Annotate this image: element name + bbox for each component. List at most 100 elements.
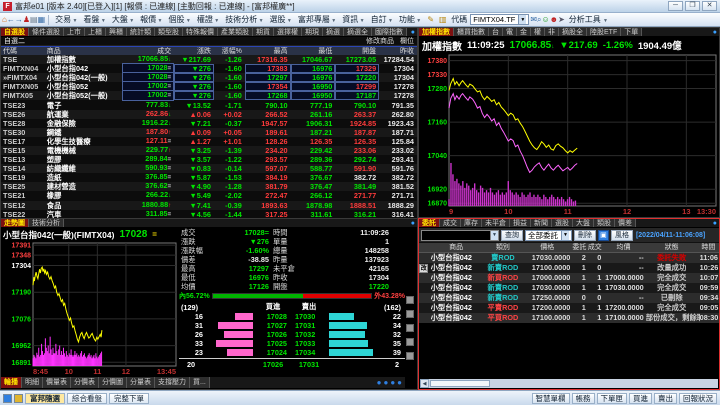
nav-dot-icon[interactable]: ● — [377, 378, 382, 387]
ask-volume-bar[interactable] — [327, 322, 377, 329]
account-combo[interactable]: ▼ — [421, 229, 499, 241]
status-button-5[interactable]: 回報狀況 — [679, 392, 717, 404]
tab-4[interactable]: 損益 — [510, 219, 531, 227]
nav-dot-icon[interactable]: ● — [390, 378, 395, 387]
panel-scroll-squares[interactable] — [403, 296, 417, 380]
symbol-combo[interactable]: FIMTX04.TF ▼ — [470, 14, 530, 25]
tab-8[interactable]: 產業類股 — [218, 28, 253, 36]
menu-7[interactable]: 選股 ▼ — [267, 14, 295, 26]
ladder-row[interactable]: 26 17026 17032 32 — [179, 330, 405, 339]
status-yellow-icon[interactable] — [14, 393, 23, 403]
tab-12[interactable]: 摘選 — [323, 28, 344, 36]
watchlist-name[interactable]: 自選二 — [4, 36, 25, 46]
quote-row-FIMTX05[interactable]: FIMTX05 小型台指052(一般) 17002= ▼276 -1.60 17268 16… — [1, 90, 417, 102]
order-row[interactable]: 改小型台指042 新賣ROD 17100.0000 1 0 -- 改量成功 10:26 — [419, 263, 719, 273]
ask-price[interactable]: 17030 — [291, 312, 327, 321]
quote-row-FIMTXN05[interactable]: FIMTXN05 小型台指052 17002= ▼276 -1.60 17354 16950… — [1, 81, 417, 93]
tab-1[interactable]: 條件選股 — [29, 28, 64, 36]
menu-4[interactable]: 個股 ▼ — [166, 14, 194, 26]
quote-row-TSE15[interactable]: TSE15 電機機械 229.77↑ ▼3.25 -1.39 234.20 229.42 23… — [1, 145, 417, 156]
chevron-down-icon[interactable]: ▼ — [518, 15, 527, 24]
order-row[interactable]: 小型台指042 新賣ROD 17030.0000 1 1 17030.0000 完全成交 09… — [419, 283, 719, 293]
scroll-left-icon[interactable]: ◀ — [420, 379, 429, 388]
panel-info-icon[interactable]: ● — [713, 28, 719, 36]
ask-qty[interactable]: 35 — [377, 339, 403, 348]
folder-icon[interactable]: ▥ — [437, 14, 448, 25]
tab-13[interactable]: 摘選全 — [344, 28, 372, 36]
panel-info-icon[interactable]: ● — [411, 28, 417, 36]
ask-volume-bar[interactable] — [327, 331, 377, 338]
pen-icon[interactable]: ✎ — [425, 14, 436, 25]
bid-price[interactable]: 17027 — [255, 321, 291, 330]
tab-6[interactable]: 類型股 — [155, 28, 183, 36]
tab-5[interactable]: 統計類 — [127, 28, 155, 36]
col-header[interactable]: 狀態 — [646, 243, 700, 253]
user-icon[interactable]: ♟ — [23, 15, 30, 24]
panel-info-icon[interactable]: ● — [713, 219, 719, 227]
ladder-row[interactable]: 31 17027 17031 34 — [179, 321, 405, 330]
bid-qty[interactable]: 16 — [179, 312, 205, 321]
bid-qty[interactable]: 23 — [179, 348, 205, 357]
tab-3[interactable]: 分價表 — [71, 377, 99, 388]
menu-3[interactable]: 報價 ▼ — [137, 14, 165, 26]
bid-price[interactable]: 17025 — [255, 339, 291, 348]
ask-price[interactable]: 17033 — [291, 339, 327, 348]
minimize-button[interactable]: ─ — [668, 1, 683, 11]
tab-10[interactable]: 選擇權 — [274, 28, 302, 36]
tab-11[interactable]: 期現 — [302, 28, 323, 36]
ask-volume-bar[interactable] — [327, 349, 377, 356]
workspace-tab-0[interactable]: 富邦隨選 — [25, 392, 65, 404]
ask-price[interactable]: 17032 — [291, 330, 327, 339]
tab-0[interactable]: 委託 — [419, 219, 440, 227]
orders-hscrollbar[interactable]: ◀ — [420, 379, 718, 388]
ask-volume-bar[interactable] — [327, 313, 377, 320]
workspace-tab-1[interactable]: 綜合看盤 — [67, 392, 107, 404]
status-blue-icon[interactable] — [3, 393, 12, 403]
refresh-icon[interactable]: ▣ — [597, 229, 609, 241]
menu-8[interactable]: 富邦專屬 ▼ — [295, 14, 339, 26]
bid-price[interactable]: 17026 — [255, 330, 291, 339]
tab-6[interactable]: 選股 — [552, 219, 573, 227]
scroll-square[interactable] — [406, 352, 414, 360]
tab-1[interactable]: 櫃買指數 — [454, 28, 489, 36]
order-filter-combo[interactable]: 全部委託 ▼ — [525, 229, 572, 241]
forward-icon[interactable]: → — [15, 15, 23, 24]
delete-button[interactable]: 刪除 — [573, 229, 596, 241]
maximize-button[interactable]: ❐ — [685, 1, 700, 11]
tab-8[interactable]: 類股 — [594, 219, 615, 227]
cursor-icon[interactable]: ➤ — [558, 15, 565, 24]
analysis-tools-menu[interactable]: 分析工具 ▼ — [566, 14, 611, 26]
menu-2[interactable]: 大盤 ▼ — [109, 14, 137, 26]
ladder-row[interactable]: 23 17024 17034 39 — [179, 348, 405, 357]
menu-9[interactable]: 資訊 ▼ — [339, 14, 367, 26]
ask-qty[interactable]: 22 — [377, 312, 403, 321]
ask-price[interactable]: 17031 — [291, 321, 327, 330]
bid-qty[interactable]: 31 — [179, 321, 205, 330]
tab-4[interactable]: 分價圖 — [99, 377, 127, 388]
quote-row-TSE23[interactable]: TSE23 電子 777.83↓ ▼13.52 -1.71 790.10 777.19 790… — [1, 100, 417, 110]
bid-volume-bar[interactable] — [205, 340, 255, 347]
tab-7[interactable]: 大盤 — [573, 219, 594, 227]
tab-5[interactable]: 權 — [531, 28, 545, 36]
col-header[interactable]: 時間 — [700, 243, 719, 253]
quote-row-TSE28[interactable]: TSE28 金融保險 1916.22↓ ▼7.21 -0.37 1947.57 1906.3… — [1, 118, 417, 128]
smile-green-icon[interactable]: ☺ — [542, 15, 550, 24]
workspace-tab-2[interactable]: 完整下單 — [109, 392, 149, 404]
tab-3[interactable]: 上櫃 — [85, 28, 106, 36]
tab-2[interactable]: 上市 — [64, 28, 85, 36]
bid-price[interactable]: 17024 — [255, 348, 291, 357]
scrollbar-thumb[interactable] — [430, 380, 490, 387]
bid-qty[interactable]: 33 — [179, 339, 205, 348]
tab-9[interactable]: 價差 — [615, 219, 636, 227]
menu-6[interactable]: 技術分析 ▼ — [222, 14, 266, 26]
tab-0[interactable]: 輪播 — [1, 377, 22, 388]
quote-row-TSE12[interactable]: TSE12 食品 1880.88↑ ▼7.41 -0.39 1893.63 1878.98 1… — [1, 200, 417, 210]
tab-3[interactable]: 未平倉 — [482, 219, 510, 227]
col-header[interactable]: 類別 — [484, 243, 525, 253]
style-button[interactable]: 風格 — [610, 229, 633, 241]
bid-price[interactable]: 17028 — [255, 312, 291, 321]
ask-qty[interactable]: 39 — [377, 348, 403, 357]
scroll-square[interactable] — [406, 310, 414, 318]
quote-row-FIMTXN04[interactable]: FIMTXN04 小型台指042 17028= ▼276 -1.60 17383 16976… — [1, 63, 417, 75]
menu-10[interactable]: 自訂 ▼ — [368, 14, 396, 26]
